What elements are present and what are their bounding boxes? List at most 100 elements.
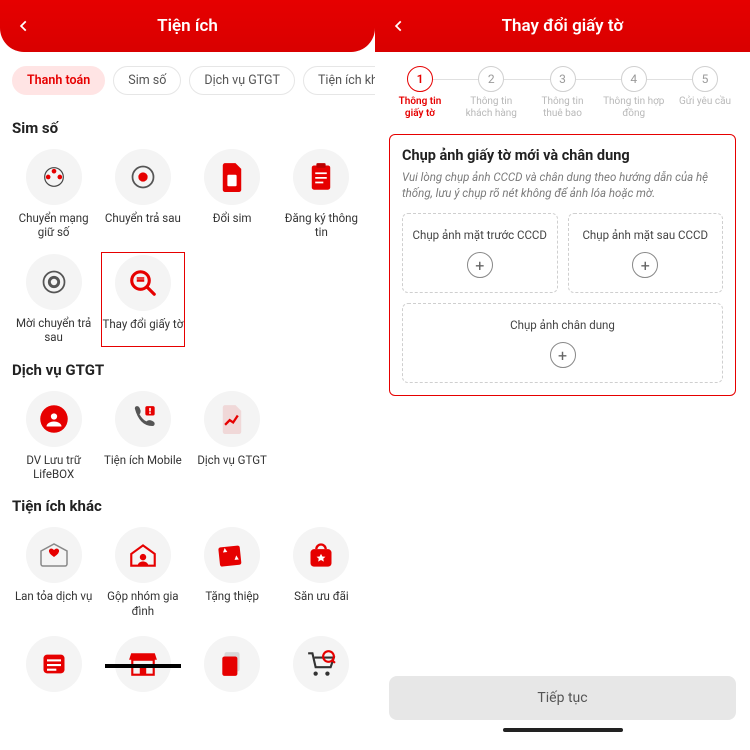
item-label: Tặng thiệp (205, 589, 259, 603)
upload-portrait[interactable]: Chụp ảnh chân dung + (402, 303, 723, 383)
list-icon (26, 636, 82, 692)
doc-icon (204, 391, 260, 447)
content-scroll[interactable]: Sim số Chuyển mạng giữ số Chuyển trả sau… (0, 119, 375, 706)
clipboard-icon (293, 149, 349, 205)
step-number: 3 (550, 66, 576, 92)
item-label: Mời chuyển trả sau (12, 316, 95, 345)
item-lifebox[interactable]: DV Lưu trữ LifeBOX (12, 389, 95, 484)
screen-change-documents: Thay đổi giấy tờ 1 Thông tin giấy tờ 2 T… (375, 0, 750, 750)
item-label: DV Lưu trữ LifeBOX (12, 453, 95, 482)
item-extra-4[interactable] (280, 634, 363, 700)
circle-arrows-icon (26, 254, 82, 310)
grid-bottom (12, 634, 363, 700)
continue-button[interactable]: Tiếp tục (389, 676, 736, 720)
item-tang-thiep[interactable]: Tặng thiệp (191, 525, 274, 620)
tab-tien-ich-khac[interactable]: Tiện ích kh (303, 66, 375, 95)
upload-label: Chụp ảnh mặt trước CCCD (409, 228, 551, 242)
step-4[interactable]: 4 Thông tin hợp đồng (603, 66, 665, 120)
step-number: 4 (621, 66, 647, 92)
item-label: Săn ưu đãi (294, 589, 349, 603)
docs-icon (204, 636, 260, 692)
grid-gtgt: DV Lưu trữ LifeBOX Tiện ích Mobile Dịch … (12, 389, 363, 484)
upload-label: Chụp ảnh mặt sau CCCD (575, 228, 717, 242)
cart-icon (293, 636, 349, 692)
screen-utilities: Tiện ích Thanh toán Sim số Dịch vụ GTGT … (0, 0, 375, 750)
lifebox-icon (26, 391, 82, 447)
circle-arrows-icon (115, 149, 171, 205)
back-button[interactable] (12, 14, 36, 38)
gift-card-icon (204, 527, 260, 583)
phone-icon (115, 391, 171, 447)
item-thay-doi-giay-to[interactable]: Thay đổi giấy tờ (101, 252, 184, 347)
step-1[interactable]: 1 Thông tin giấy tờ (389, 66, 451, 120)
upload-front-cccd[interactable]: Chụp ảnh mặt trước CCCD + (402, 213, 558, 293)
item-label: Đổi sim (213, 211, 252, 225)
family-icon (115, 527, 171, 583)
step-2[interactable]: 2 Thông tin khách hàng (460, 66, 522, 120)
item-chuyen-mang[interactable]: Chuyển mạng giữ số (12, 147, 95, 242)
home-indicator (503, 728, 623, 732)
body: 1 Thông tin giấy tờ 2 Thông tin khách hà… (375, 52, 750, 396)
step-label: Gửi yêu cầu (679, 96, 731, 108)
step-number: 1 (407, 66, 433, 92)
item-label: Thay đổi giấy tờ (102, 317, 183, 331)
item-label: Tiện ích Mobile (104, 453, 182, 467)
step-5[interactable]: 5 Gửi yêu cầu (674, 66, 736, 108)
step-label: Thông tin giấy tờ (389, 96, 451, 120)
back-button[interactable] (387, 14, 411, 38)
item-chuyen-tra-sau[interactable]: Chuyển trả sau (101, 147, 184, 242)
header-title: Thay đổi giấy tờ (502, 16, 624, 36)
grid-sim: Chuyển mạng giữ số Chuyển trả sau Đổi si… (12, 147, 363, 347)
section-title-gtgt: Dịch vụ GTGT (12, 361, 363, 379)
item-extra-1[interactable] (12, 634, 95, 700)
upload-label: Chụp ảnh chân dung (409, 318, 716, 332)
item-tien-ich-mobile[interactable]: Tiện ích Mobile (101, 389, 184, 484)
grid-khac: Lan tỏa dịch vụ Gộp nhóm gia đình Tặng t… (12, 525, 363, 620)
item-extra-3[interactable] (191, 634, 274, 700)
sim-icon (204, 149, 260, 205)
store-icon (115, 636, 171, 692)
item-san-uu-dai[interactable]: Săn ưu đãi (280, 525, 363, 620)
plus-icon: + (467, 252, 493, 278)
step-label: Thông tin khách hàng (460, 96, 522, 120)
step-label: Thông tin thuê bao (532, 96, 594, 120)
item-label: Lan tỏa dịch vụ (15, 589, 92, 603)
bag-icon (293, 527, 349, 583)
item-doi-sim[interactable]: Đổi sim (191, 147, 274, 242)
stepper: 1 Thông tin giấy tờ 2 Thông tin khách hà… (389, 66, 736, 120)
item-moi-chuyen[interactable]: Mời chuyển trả sau (12, 252, 95, 347)
step-3[interactable]: 3 Thông tin thuê bao (532, 66, 594, 120)
item-label: Chuyển mạng giữ số (12, 211, 95, 240)
step-label: Thông tin hợp đồng (603, 96, 665, 120)
search-icon (115, 255, 171, 311)
item-lan-toa[interactable]: Lan tỏa dịch vụ (12, 525, 95, 620)
plus-icon: + (550, 342, 576, 368)
item-dang-ky-tt[interactable]: Đăng ký thông tin (280, 147, 363, 242)
item-gop-nhom[interactable]: Gộp nhóm gia đình (101, 525, 184, 620)
section-title-sim: Sim số (12, 119, 363, 137)
header-title: Tiện ích (157, 16, 218, 36)
tab-gtgt[interactable]: Dịch vụ GTGT (189, 66, 295, 95)
item-label: Đăng ký thông tin (280, 211, 363, 240)
upload-back-cccd[interactable]: Chụp ảnh mặt sau CCCD + (568, 213, 724, 293)
card-subtitle: Vui lòng chụp ảnh CCCD và chân dung theo… (402, 170, 723, 201)
header: Tiện ích (0, 0, 375, 52)
header: Thay đổi giấy tờ (375, 0, 750, 52)
tab-sim-so[interactable]: Sim số (113, 66, 181, 95)
item-dv-gtgt[interactable]: Dịch vụ GTGT (191, 389, 274, 484)
item-label: Dịch vụ GTGT (197, 453, 267, 467)
upload-card: Chụp ảnh giấy tờ mới và chân dung Vui lò… (389, 134, 736, 396)
plus-icon: + (632, 252, 658, 278)
section-title-khac: Tiện ích khác (12, 497, 363, 515)
transfer-icon (26, 149, 82, 205)
tab-thanh-toan[interactable]: Thanh toán (12, 66, 105, 95)
item-label: Chuyển trả sau (105, 211, 181, 225)
item-extra-2[interactable] (101, 634, 184, 700)
step-number: 5 (692, 66, 718, 92)
upload-row: Chụp ảnh mặt trước CCCD + Chụp ảnh mặt s… (402, 213, 723, 293)
footer: Tiếp tục (375, 664, 750, 750)
item-label: Gộp nhóm gia đình (101, 589, 184, 618)
card-title: Chụp ảnh giấy tờ mới và chân dung (402, 147, 723, 164)
heart-mail-icon (26, 527, 82, 583)
step-number: 2 (478, 66, 504, 92)
